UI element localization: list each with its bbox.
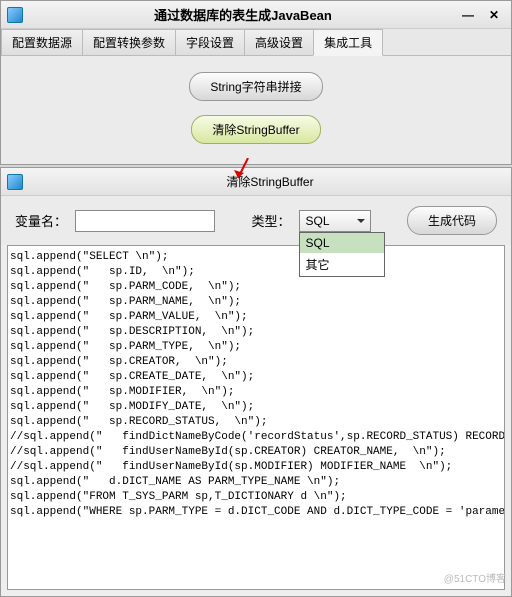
main-titlebar: 通过数据库的表生成JavaBean — ✕ (1, 1, 511, 29)
type-label: 类型： (252, 211, 291, 230)
var-input[interactable] (75, 210, 215, 232)
type-dropdown: SQL 其它 (299, 232, 385, 277)
tab-transform[interactable]: 配置转换参数 (82, 29, 176, 55)
tab-advanced[interactable]: 高级设置 (244, 29, 314, 55)
string-concat-button[interactable]: String字符串拼接 (189, 72, 322, 101)
type-select[interactable]: SQL (299, 210, 371, 232)
minimize-button[interactable]: — (457, 6, 479, 24)
var-label: 变量名： (15, 211, 67, 230)
watermark: @51CTO博客 (444, 570, 506, 585)
main-window: 通过数据库的表生成JavaBean — ✕ 配置数据源 配置转换参数 字段设置 … (0, 0, 512, 165)
tab-datasource[interactable]: 配置数据源 (1, 29, 83, 55)
code-area[interactable]: sql.append("SELECT \n"); sql.append(" sp… (7, 245, 505, 590)
sub-app-icon (7, 174, 23, 190)
toolbar: 变量名： 类型： SQL SQL 其它 生成代码 (1, 196, 511, 245)
tool-panel: String字符串拼接 清除StringBuffer (1, 56, 511, 164)
sub-titlebar: 清除StringBuffer (1, 168, 511, 196)
type-option-other[interactable]: 其它 (300, 253, 384, 276)
tab-tools[interactable]: 集成工具 (313, 29, 383, 56)
sub-window: 清除StringBuffer 变量名： 类型： SQL SQL 其它 生成代码 … (0, 167, 512, 597)
sub-title: 清除StringBuffer (29, 173, 511, 190)
type-option-sql[interactable]: SQL (300, 233, 384, 253)
tab-fields[interactable]: 字段设置 (175, 29, 245, 55)
gen-code-button[interactable]: 生成代码 (407, 206, 497, 235)
main-title: 通过数据库的表生成JavaBean (29, 5, 457, 24)
app-icon (7, 7, 23, 23)
close-button[interactable]: ✕ (483, 6, 505, 24)
type-selected: SQL (306, 214, 330, 228)
clear-buffer-button[interactable]: 清除StringBuffer (191, 115, 320, 144)
tab-bar: 配置数据源 配置转换参数 字段设置 高级设置 集成工具 (1, 29, 511, 56)
